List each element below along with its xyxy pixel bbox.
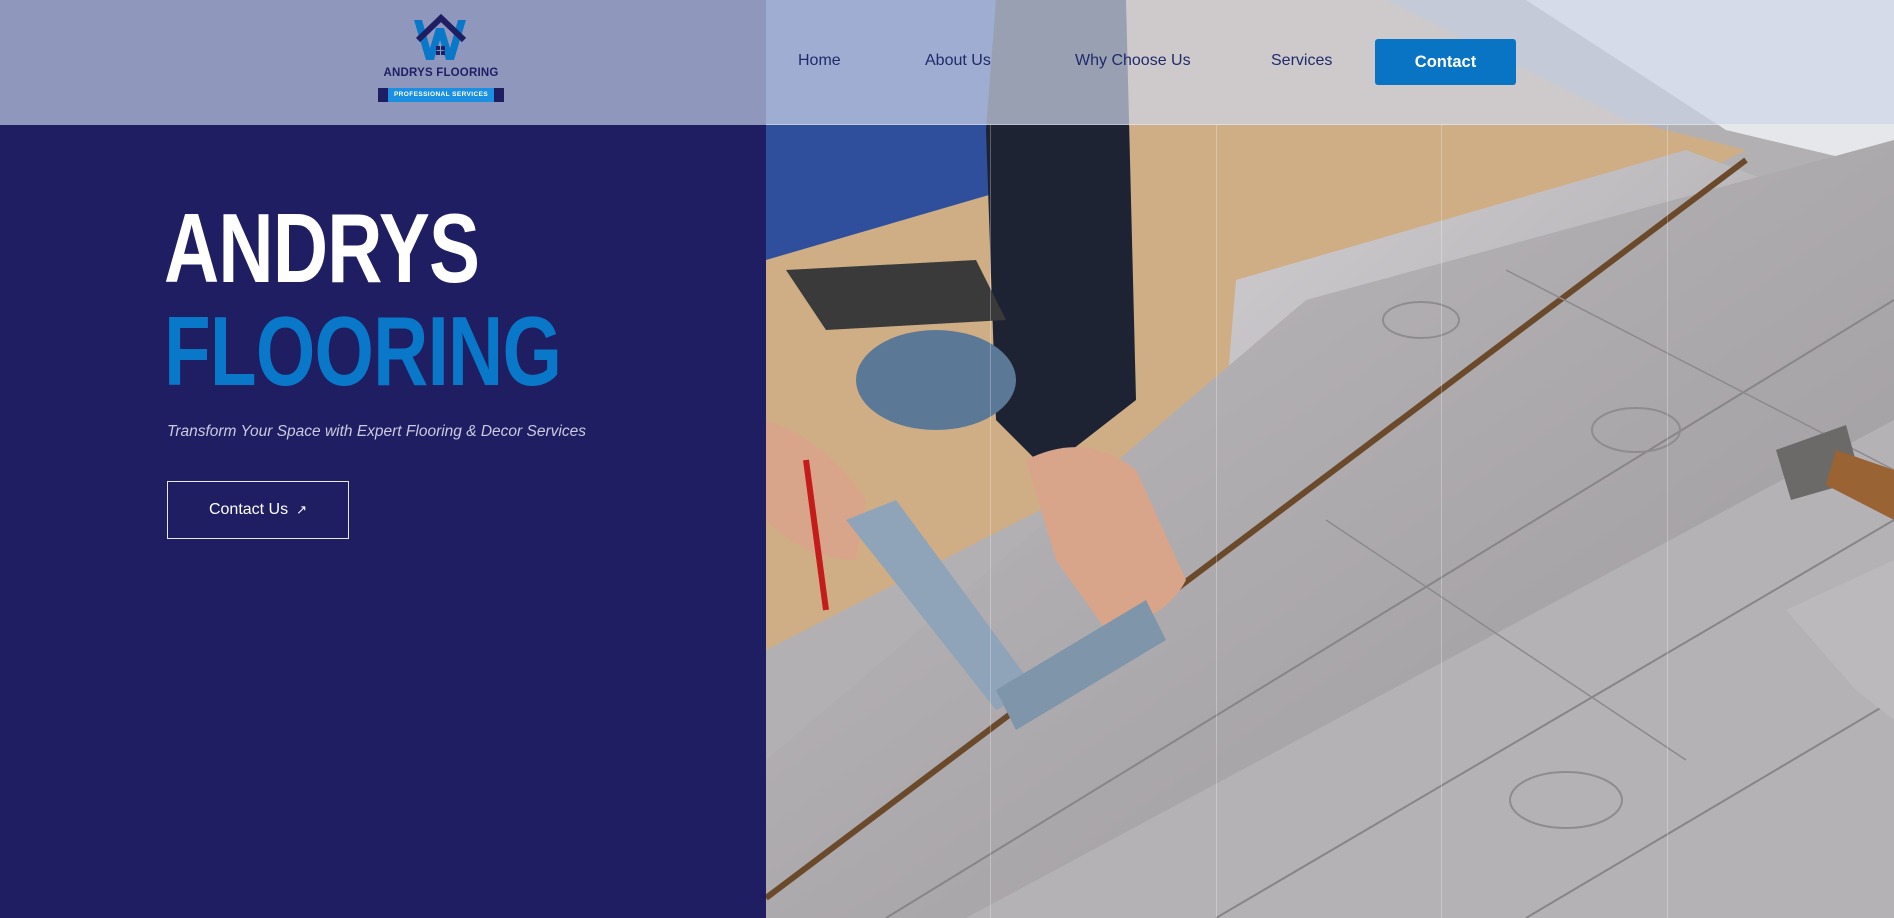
arrow-up-right-icon: ↗ [296,502,308,517]
hero-left-panel [0,0,766,918]
contact-us-label: Contact Us [208,501,289,518]
overlay-column-line [1667,125,1668,918]
overlay-column-line [1441,125,1442,918]
hero-title-line-1: ANDRYS [164,193,480,303]
overlay-column-line [1216,125,1217,918]
contact-us-button[interactable]: Contact Us ↗ [167,481,349,539]
logo-wordmark: ANDRYS FLOORING [383,67,499,79]
nav-services[interactable]: Services [1271,52,1332,70]
site-header: ANDRYS FLOORING PROFESSIONAL SERVICES Ho… [0,0,1894,125]
nav-contact-button[interactable]: Contact [1375,39,1516,85]
nav-home[interactable]: Home [798,52,841,70]
hero-photo-flooring-installation [766,0,1894,918]
logo-mark-icon [414,13,467,60]
site-logo[interactable]: ANDRYS FLOORING PROFESSIONAL SERVICES [378,13,504,102]
logo-tagline: PROFESSIONAL SERVICES [378,88,504,102]
photo-illustration [766,0,1894,918]
nav-about-us[interactable]: About Us [925,52,991,70]
nav-why-choose-us[interactable]: Why Choose Us [1075,52,1191,70]
overlay-column-line [990,125,991,918]
hero-title-line-2: FLOORING [164,296,562,406]
hero-tagline: Transform Your Space with Expert Floorin… [167,423,586,440]
